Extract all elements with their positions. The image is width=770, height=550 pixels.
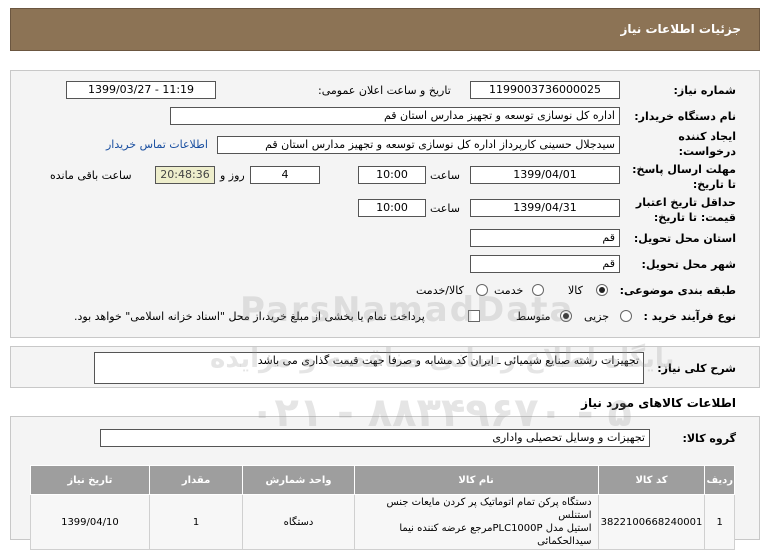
row-index: 1 [704, 494, 735, 550]
goods-section-title: اطلاعات کالاهای مورد نیاز [581, 396, 736, 410]
col-qty: مقدار [148, 465, 244, 495]
row-qty: 1 [148, 494, 244, 550]
category-radio-service[interactable] [532, 284, 544, 296]
col-code: کد کالا [597, 465, 706, 495]
goods-table-header: ردیف کد کالا نام کالا واحد شمارش مقدار ت… [30, 465, 735, 495]
row-date: 1399/04/10 [30, 494, 150, 550]
row-name-line-2: استیل مدل PLC1000Pمرجع عرضه کننده نیما [399, 523, 592, 534]
days-label: روز و [220, 169, 245, 182]
city-field: قم [470, 255, 620, 273]
page-header: جزئیات اطلاعات نیاز [10, 8, 760, 51]
deadline-date-field: 1399/04/01 [470, 166, 620, 184]
row-unit: دستگاه [242, 494, 355, 550]
goods-group-field: تجهیزات و وسایل تحصیلی واداری [100, 429, 650, 447]
col-name: نام کالا [353, 465, 599, 495]
deadline-time-field: 10:00 [358, 166, 426, 184]
col-unit: واحد شمارش [242, 465, 355, 495]
treasury-payment-checkbox[interactable] [468, 310, 480, 322]
validity-label-2: قیمت: تا تاریخ: [653, 211, 736, 224]
page-title: جزئیات اطلاعات نیاز [620, 22, 741, 36]
table-row[interactable]: 1 3822100668240001 دستگاه پرکن تمام اتوم… [30, 494, 735, 550]
process-option-medium: متوسط [516, 310, 551, 323]
city-label: شهر محل تحویل: [641, 258, 736, 271]
requester-label-2: درخواست: [678, 145, 736, 158]
deadline-label-2: تا تاریخ: [692, 178, 736, 191]
row-name: دستگاه پرکن تمام اتوماتیک پر کردن مایعات… [353, 494, 599, 550]
row-code: 3822100668240001 [597, 494, 706, 550]
buyer-org-label: نام دستگاه خریدار: [634, 110, 736, 123]
need-number-field: 1199003736000025 [470, 81, 620, 99]
remaining-timer: 20:48:36 [155, 166, 215, 184]
description-field: تجهیزات رشته صنایع شیمیائی ـ ایران کد مش… [94, 352, 644, 384]
category-radio-goods[interactable] [596, 284, 608, 296]
row-name-line-1: دستگاه پرکن تمام اتوماتیک پر کردن مایعات… [386, 497, 592, 521]
category-label: طبقه بندی موضوعی: [619, 284, 736, 297]
category-radio-goods-service[interactable] [476, 284, 488, 296]
validity-date-field: 1399/04/31 [470, 199, 620, 217]
col-index: ردیف [704, 465, 735, 495]
validity-label-1: حداقل تاریخ اعتبار [635, 196, 736, 209]
days-remaining-field: 4 [250, 166, 320, 184]
deadline-time-label: ساعت [430, 169, 460, 182]
goods-table: ردیف کد کالا نام کالا واحد شمارش مقدار ت… [30, 465, 735, 550]
buyer-org-field: اداره کل نوسازی توسعه و تجهیز مدارس استا… [170, 107, 620, 125]
process-radio-medium[interactable] [560, 310, 572, 322]
process-radio-minor[interactable] [620, 310, 632, 322]
announce-field: 1399/03/27 - 11:19 [66, 81, 216, 99]
province-field: قم [470, 229, 620, 247]
category-option-goods-service: کالا/خدمت [416, 284, 464, 297]
buyer-contact-link[interactable]: اطلاعات تماس خریدار [106, 138, 208, 151]
need-number-label: شماره نیاز: [673, 84, 736, 97]
description-label: شرح کلی نیاز: [657, 362, 736, 375]
deadline-label-1: مهلت ارسال پاسخ: [632, 163, 736, 176]
requester-field: سیدجلال حسینی کارپرداز اداره کل نوسازی ت… [217, 136, 620, 154]
col-date: تاریخ نیاز [30, 465, 150, 495]
treasury-payment-note: پرداخت تمام یا بخشی از مبلغ خرید،از محل … [74, 310, 425, 323]
process-option-minor: جزیی [584, 310, 610, 323]
process-label: نوع فرآیند خرید : [643, 310, 736, 323]
row-name-line-3: سیدالحکمائی [537, 536, 592, 547]
requester-label-1: ایجاد کننده [678, 130, 736, 143]
province-label: استان محل تحویل: [633, 232, 736, 245]
announce-label: تاریخ و ساعت اعلان عمومی: [318, 84, 451, 97]
validity-time-field: 10:00 [358, 199, 426, 217]
category-option-goods: کالا [568, 284, 583, 297]
remaining-label: ساعت باقی مانده [50, 169, 132, 182]
goods-group-label: گروه کالا: [682, 432, 736, 445]
validity-time-label: ساعت [430, 202, 460, 215]
category-option-service: خدمت [494, 284, 524, 297]
